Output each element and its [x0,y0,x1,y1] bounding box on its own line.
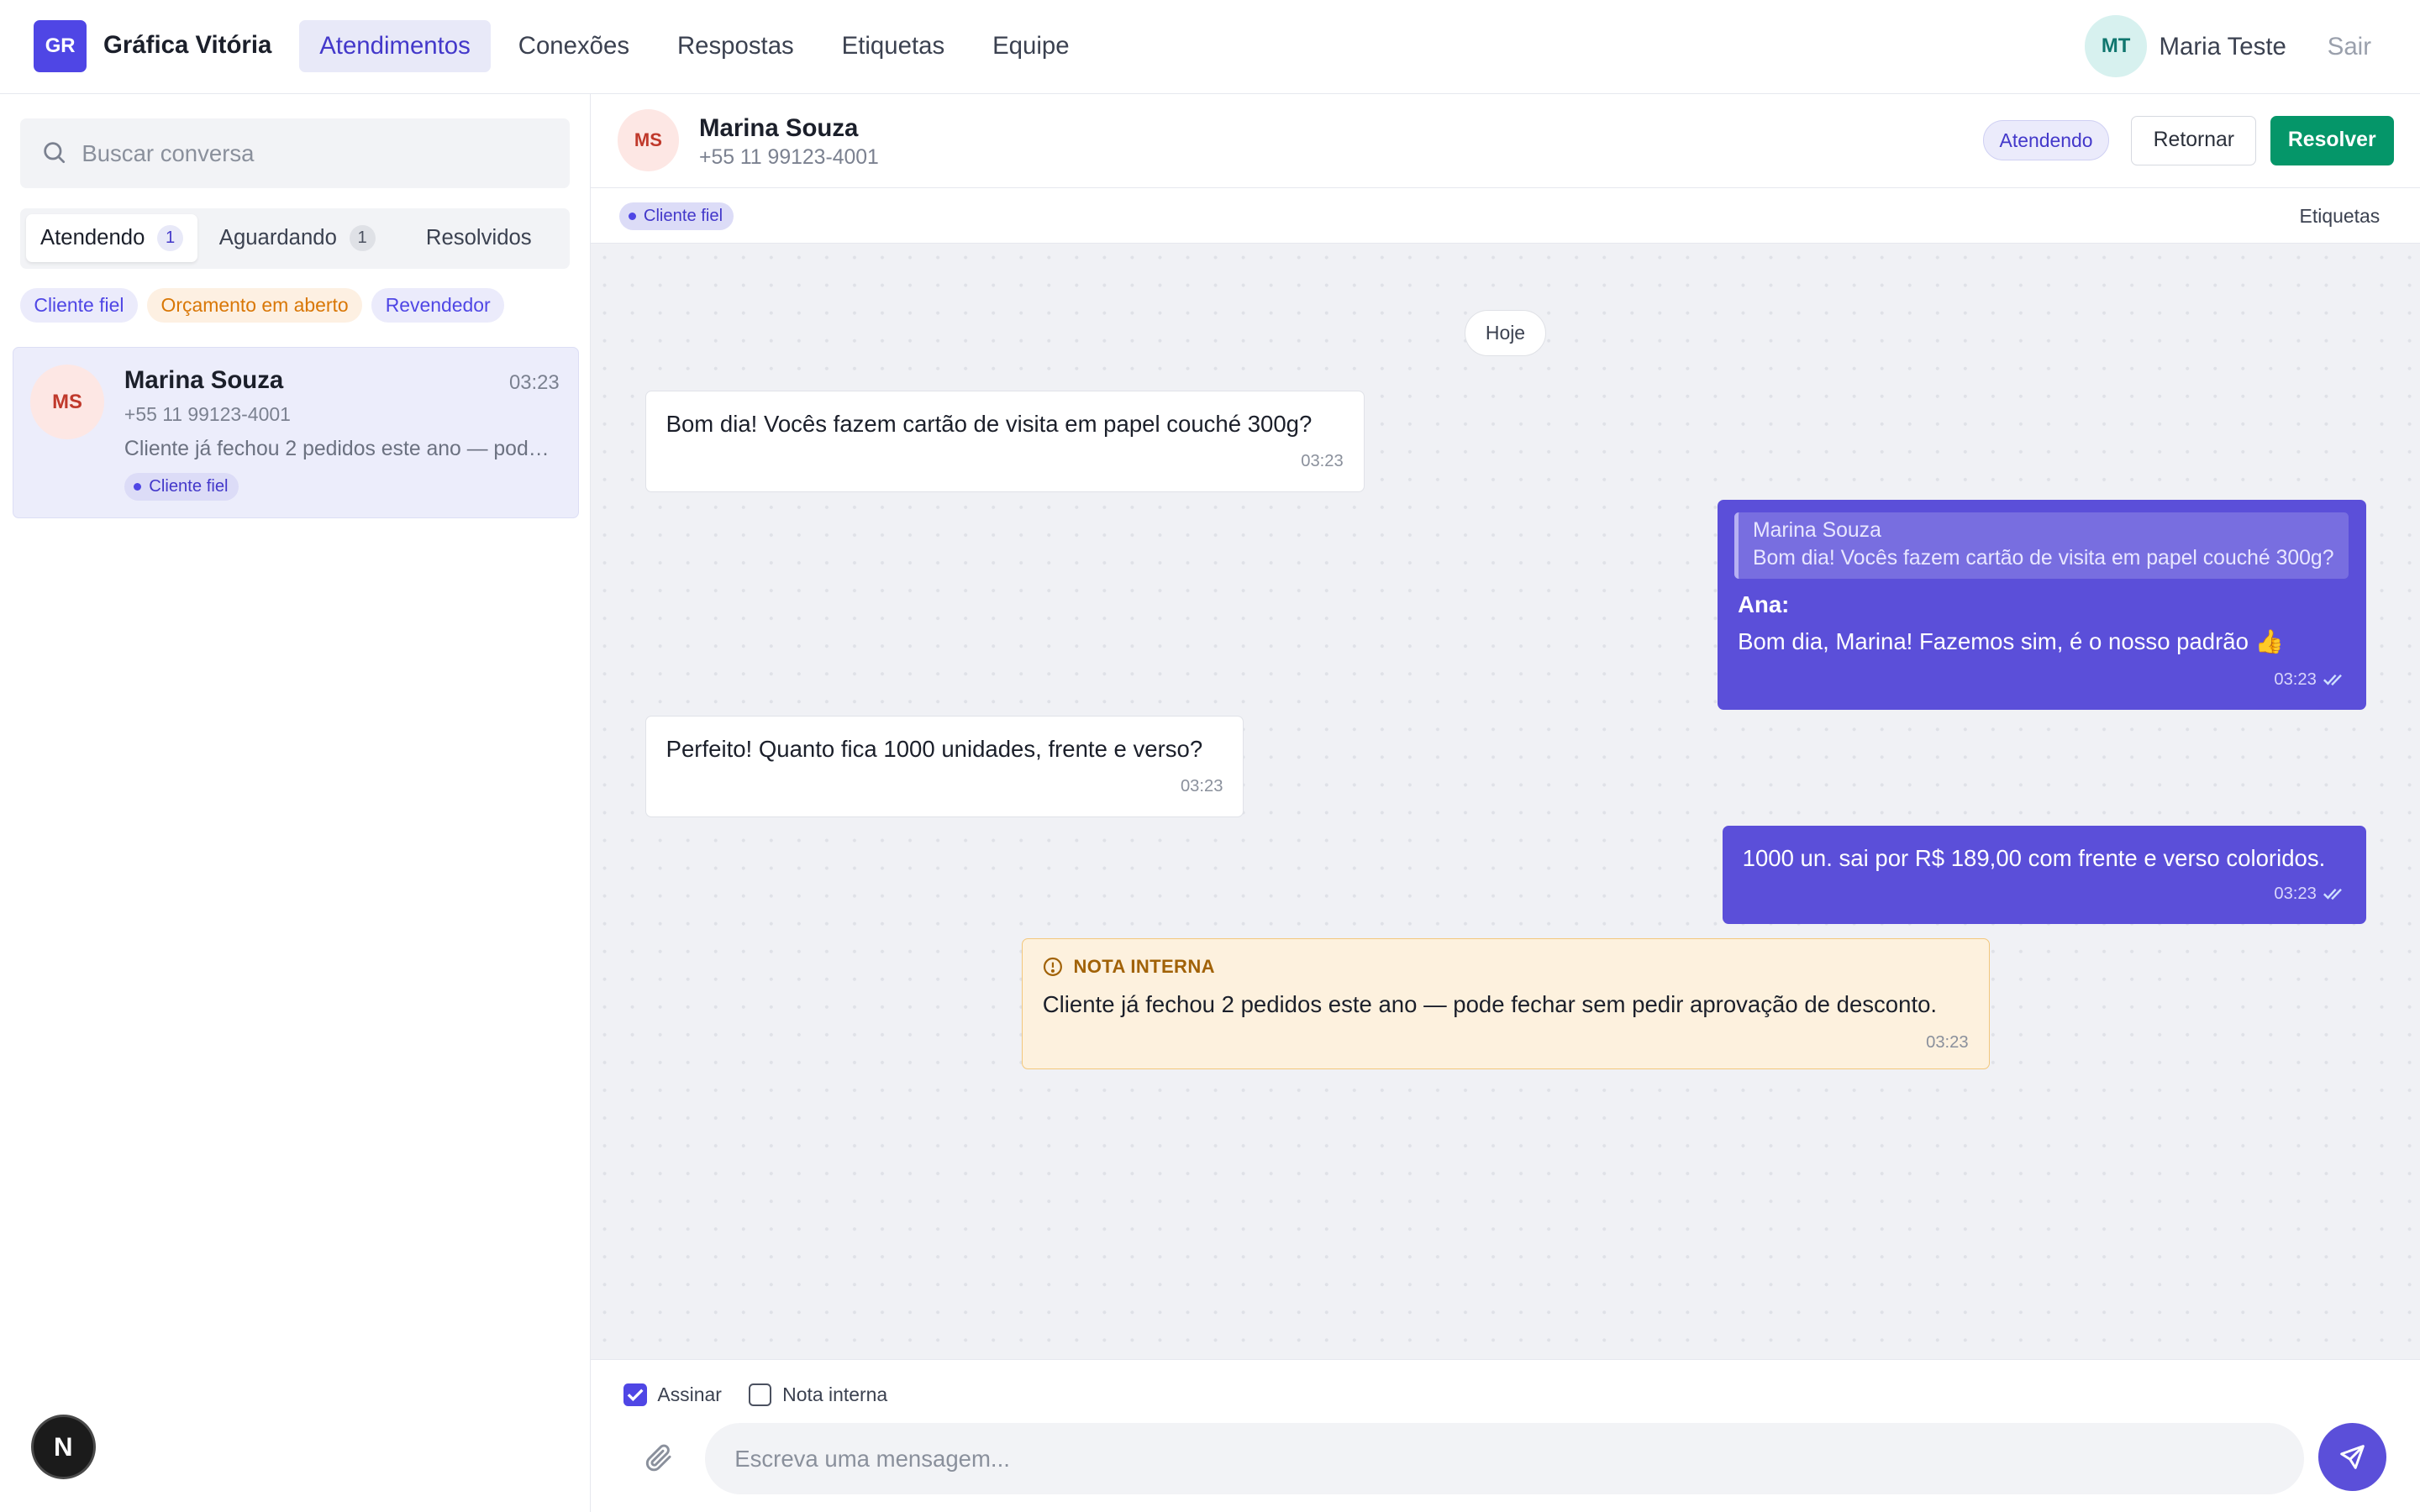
conversation-tag: Cliente fiel [124,473,239,501]
incoming-message: Perfeito! Quanto fica 1000 unidades, fre… [644,716,1244,818]
conversation-preview: Cliente já fechou 2 pedidos este ano — p… [124,437,560,460]
outgoing-message: 1000 un. sai por R$ 189,00 com frente e … [1722,825,2366,925]
checkbox-checked-icon[interactable] [623,1383,647,1407]
outgoing-message: Marina Souza Bom dia! Vocês fazem cartão… [1718,500,2366,710]
send-icon [2339,1445,2365,1470]
tab-resolvidos[interactable]: Resolvidos [426,214,532,262]
paperclip-icon[interactable] [642,1441,676,1474]
message-time: 03:23 [2274,884,2317,903]
message-time: 03:23 [2274,669,2317,689]
framework-badge[interactable]: N [30,1415,96,1480]
tab-label: Resolvidos [425,226,532,250]
resolve-button[interactable]: Resolver [2270,115,2394,165]
chat-panel: MS Marina Souza +55 11 99123-4001 Atende… [591,94,2420,1512]
nav-item-conexoes[interactable]: Conexões [498,20,650,72]
message-text: 1000 un. sai por R$ 189,00 com frente e … [1742,844,2326,871]
tab-aguardando[interactable]: Aguardando 1 [219,214,376,262]
app-root: GR Gráfica Vitória Atendimentos Conexões… [0,0,2420,1512]
user-avatar[interactable]: MT [2085,15,2147,77]
internal-note-checkbox[interactable]: Nota interna [748,1383,888,1407]
message-text: Bom dia, Marina! Fazemos sim, é o nosso … [1738,628,2284,655]
chat-header: MS Marina Souza +55 11 99123-4001 Atende… [591,94,2420,189]
conversation-time: 03:23 [509,370,560,394]
info-icon [1043,957,1062,976]
nav-item-respostas[interactable]: Respostas [657,20,814,72]
conversation-tag-label: Cliente fiel [643,206,723,225]
message-input[interactable] [705,1423,2305,1494]
filter-chip-cliente-fiel[interactable]: Cliente fiel [19,288,139,323]
search-icon [43,142,65,164]
internal-note-title: NOTA INTERNA [1073,955,1215,977]
message-text: Perfeito! Quanto fica 1000 unidades, fre… [666,736,1203,763]
tag-filters: Cliente fiel Orçamento em aberto Revende… [19,288,505,323]
tag-dot-icon [133,482,142,491]
double-check-icon [2323,674,2343,685]
conversation-sidebar: Atendendo 1 Aguardando 1 Resolvidos Clie… [0,94,592,1512]
internal-note: NOTA INTERNA Cliente já fechou 2 pedidos… [1021,937,1990,1069]
contact-avatar: MS [617,109,680,171]
logout-link[interactable]: Sair [2328,33,2371,61]
quote-author: Marina Souza [1752,519,1881,543]
message-time: 03:23 [1926,1033,1969,1053]
conversation-item[interactable]: MS Marina Souza 03:23 +55 11 99123-4001 … [12,347,579,519]
internal-note-text: Cliente já fechou 2 pedidos este ano — p… [1042,991,1938,1018]
message-sender: Ana: [1738,591,1790,618]
message-list[interactable]: Hoje Bom dia! Vocês fazem cartão de visi… [591,244,2420,1360]
quoted-message: Marina Souza Bom dia! Vocês fazem cartão… [1734,512,2349,579]
internal-note-label: Nota interna [782,1383,888,1405]
contact-phone: +55 11 99123-4001 [699,146,879,170]
filter-chip-orcamento[interactable]: Orçamento em aberto [147,288,363,323]
main-nav: Atendimentos Conexões Respostas Etiqueta… [299,19,1097,73]
message-time: 03:23 [1180,777,1223,796]
message-time: 03:23 [1301,451,1344,470]
tags-link[interactable]: Etiquetas [2300,205,2381,228]
tab-label: Aguardando [218,226,337,250]
contact-name: Marina Souza [124,366,284,395]
brand-name: Gráfica Vitória [103,30,272,59]
tab-atendendo[interactable]: Atendendo 1 [26,214,198,263]
double-check-icon [2323,889,2343,900]
message-meta: 03:23 [2274,665,2345,695]
contact-avatar: MS [29,365,105,439]
nav-item-atendimentos[interactable]: Atendimentos [299,19,491,73]
search-input[interactable] [82,118,560,189]
nav-item-etiquetas[interactable]: Etiquetas [822,20,965,72]
incoming-message: Bom dia! Vocês fazem cartão de visita em… [644,390,1365,492]
contact-name: Marina Souza [699,113,859,142]
message-meta: 03:23 [2274,879,2345,909]
checkbox-unchecked-icon[interactable] [748,1383,772,1407]
filter-chip-revendedor[interactable]: Revendedor [371,288,505,323]
tab-label: Atendendo [40,226,145,250]
search-box [19,118,570,189]
sign-label: Assinar [657,1383,722,1405]
top-nav-bar: GR Gráfica Vitória Atendimentos Conexões… [0,0,2420,95]
conversation-tag-bar: Cliente fiel Etiquetas [591,188,2420,244]
return-button[interactable]: Retornar [2131,115,2257,165]
message-meta: 03:23 [1301,447,1344,476]
message-text: Bom dia! Vocês fazem cartão de visita em… [666,410,1313,437]
tab-count-badge: 1 [157,225,184,252]
nav-item-equipe[interactable]: Equipe [972,20,1089,72]
sign-checkbox[interactable]: Assinar [623,1383,722,1407]
brand-logo: GR [34,19,87,73]
quote-text: Bom dia! Vocês fazem cartão de visita em… [1752,547,2334,570]
internal-note-header: NOTA INTERNA [1043,956,1969,978]
user-name: Maria Teste [2159,32,2286,60]
message-composer: Assinar Nota interna [591,1359,2420,1512]
tab-count-badge: 1 [349,225,376,252]
conversation-tag: Cliente fiel [618,202,734,230]
tag-dot-icon [628,212,636,220]
status-badge: Atendendo [1983,120,2109,160]
contact-phone: +55 11 99123-4001 [124,403,291,426]
conversation-tag-label: Cliente fiel [149,477,229,496]
status-tabs: Atendendo 1 Aguardando 1 Resolvidos [19,207,570,269]
day-separator: Hoje [1465,310,1546,357]
send-button[interactable] [2317,1423,2386,1492]
message-meta: 03:23 [1181,772,1223,801]
